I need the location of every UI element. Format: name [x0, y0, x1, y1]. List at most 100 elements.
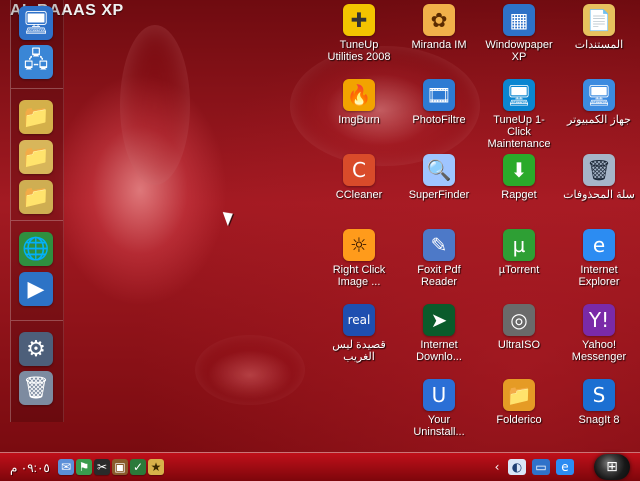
folder-icon: 📁 [22, 144, 50, 170]
quicklaunch-browser-icon[interactable]: ◐ [508, 459, 526, 475]
windowpaper-xp-icon: ▦ [503, 4, 535, 36]
miranda-im-icon: ✿ [423, 4, 455, 36]
tuneup-utilities-icon: ✚ [343, 4, 375, 36]
dock-folder-1[interactable]: 📁 [19, 100, 53, 134]
desktop-icon-yahoo-messenger[interactable]: Y! Yahoo! Messenger [562, 304, 636, 363]
ultraiso-icon: ◎ [503, 304, 535, 336]
tray-tool-icon[interactable]: ✂ [94, 459, 110, 475]
desktop-icon-label: Yahoo! Messenger [571, 339, 627, 363]
desktop-icon-imgburn[interactable]: 🔥 ImgBurn [322, 79, 396, 126]
desktop-icon-label: ImgBurn [338, 114, 380, 126]
folder-icon: 📁 [22, 184, 50, 210]
desktop-icon-rapget[interactable]: ⬇ Rapget [482, 154, 556, 201]
desktop-icon-snagit[interactable]: S SnagIt 8 [562, 379, 636, 426]
desktop-icon-label: TuneUp Utilities 2008 [327, 39, 391, 63]
foxit-pdf-reader-icon: ✎ [423, 229, 455, 261]
dock-recycle-bin[interactable]: 🗑 [19, 371, 53, 405]
folderico-icon: 📁 [503, 379, 535, 411]
desktop-icon-tuneup-1-click-maintenance[interactable]: 🖥 TuneUp 1-Click Maintenance [482, 79, 556, 150]
photofiltre-icon: 🎞 [423, 79, 455, 111]
desktop-icon-superfinder[interactable]: 🔍 SuperFinder [402, 154, 476, 201]
blood-cell-decoration [195, 335, 305, 405]
recycle-bin-icon: 🗑 [22, 375, 50, 401]
tray-mail-icon[interactable]: ✉ [58, 459, 74, 475]
globe-icon: 🌐 [22, 236, 50, 262]
desktop-icon-documents[interactable]: 📄 المستندات [562, 4, 636, 51]
taskbar-clock: ٠٩:٠٥ م [10, 461, 50, 475]
dock-settings[interactable]: ⚙ [19, 332, 53, 366]
taskbar: ٠٩:٠٥ م ✉ ⚑ ✂ ▣ ✓ ★ ‹ ◐ ▭ e [0, 452, 640, 481]
dock-separator [11, 88, 63, 89]
desktop-icon-my-computer[interactable]: 🖥 جهاز الكمبيوتر [562, 79, 636, 126]
desktop-icon-label: CCleaner [335, 189, 383, 201]
desktop-icon-label: PhotoFiltre [412, 114, 466, 126]
desktop-icon-miranda-im[interactable]: ✿ Miranda IM [402, 4, 476, 51]
desktop-icon-label: Your Uninstall... [413, 414, 465, 438]
quicklaunch-desktop-icon[interactable]: ▭ [532, 459, 550, 475]
dock-my-computer[interactable]: 🖥 [19, 6, 53, 40]
desktop-icon-label: SnagIt 8 [578, 414, 620, 426]
desktop-icon-internet-download-manager[interactable]: ➤ Internet Downlo... [402, 304, 476, 363]
desktop-icon-folderico[interactable]: 📁 Folderico [482, 379, 556, 426]
internet-explorer-icon: e [583, 229, 615, 261]
desktop-icon-label: Foxit Pdf Reader [417, 264, 461, 288]
desktop-icon-utorrent[interactable]: µ µTorrent [482, 229, 556, 276]
desktop-icon-label: Internet Explorer [578, 264, 620, 288]
snagit-icon: S [583, 379, 615, 411]
desktop-icon-ultraiso[interactable]: ◎ UltraISO [482, 304, 556, 351]
desktop-icon-label: SuperFinder [408, 189, 470, 201]
media-player-icon: ▶ [27, 276, 45, 302]
internet-download-manager-icon: ➤ [423, 304, 455, 336]
dock-folder-2[interactable]: 📁 [19, 140, 53, 174]
desktop-icon-label: Folderico [496, 414, 542, 426]
dock-separator [11, 320, 63, 321]
windows-start-icon: ⊞ [606, 459, 618, 475]
my-computer-icon: 🖥 [583, 79, 615, 111]
dock-network[interactable]: 🖧 [19, 45, 53, 79]
desktop-icon-photofiltre[interactable]: 🎞 PhotoFiltre [402, 79, 476, 126]
desktop-icon-label: Windowpaper XP [485, 39, 553, 63]
desktop-icon-right-click-image[interactable]: ☼ Right Click Image ... [322, 229, 396, 288]
desktop-icon-label: جهاز الكمبيوتر [567, 114, 631, 126]
quicklaunch-internet-explorer-icon[interactable]: e [556, 459, 574, 475]
recycle-bin-icon: 🗑 [583, 154, 615, 186]
desktop-icon-ccleaner[interactable]: C CCleaner [322, 154, 396, 201]
documents-folder-icon: 📄 [583, 4, 615, 36]
desktop-icon-windowpaper-xp[interactable]: ▦ Windowpaper XP [482, 4, 556, 63]
desktop-icon-real-player[interactable]: real قصيدة ليس الغريب [322, 304, 396, 363]
settings-gear-icon: ⚙ [26, 336, 46, 362]
blood-cell-decoration [120, 25, 190, 185]
left-dock: 🖥 🖧 📁 📁 📁 🌐 ▶ ⚙ 🗑 [10, 0, 64, 422]
desktop-icon-label: TuneUp 1-Click Maintenance [487, 114, 551, 150]
dock-media-player[interactable]: ▶ [19, 272, 53, 306]
your-uninstaller-icon: U [423, 379, 455, 411]
desktop-icon-label: Internet Downlo... [416, 339, 462, 363]
desktop-icon-internet-explorer[interactable]: e Internet Explorer [562, 229, 636, 288]
mouse-cursor [222, 208, 237, 227]
desktop-icon-label: Right Click Image ... [332, 264, 386, 288]
desktop-icon-label: المستندات [574, 39, 624, 51]
desktop-icon-label: µTorrent [498, 264, 540, 276]
desktop-icon-recycle-bin[interactable]: 🗑 سلة المحذوفات [562, 154, 636, 201]
tray-app-icon[interactable]: ✓ [130, 459, 146, 475]
desktop-icon-label: Rapget [501, 189, 537, 201]
desktop-icon-your-uninstaller[interactable]: U Your Uninstall... [402, 379, 476, 438]
tray-app-icon[interactable]: ▣ [112, 459, 128, 475]
desktop-icon-tuneup-utilities[interactable]: ✚ TuneUp Utilities 2008 [322, 4, 396, 63]
desktop-icon-foxit-pdf-reader[interactable]: ✎ Foxit Pdf Reader [402, 229, 476, 288]
dock-separator [11, 220, 63, 221]
tray-app-icon[interactable]: ★ [148, 459, 164, 475]
imgburn-icon: 🔥 [343, 79, 375, 111]
chevron-left-icon[interactable]: ‹ [488, 459, 506, 475]
real-player-icon: real [343, 304, 375, 336]
yahoo-messenger-icon: Y! [583, 304, 615, 336]
rapget-icon: ⬇ [503, 154, 535, 186]
start-button[interactable]: ⊞ [594, 454, 630, 480]
dock-folder-3[interactable]: 📁 [19, 180, 53, 214]
my-computer-icon: 🖥 [22, 10, 50, 36]
utorrent-icon: µ [503, 229, 535, 261]
dock-globe[interactable]: 🌐 [19, 232, 53, 266]
desktop-icon-label: قصيدة ليس الغريب [332, 339, 386, 363]
desktop-icon-label: Miranda IM [411, 39, 467, 51]
tray-app-icon[interactable]: ⚑ [76, 459, 92, 475]
